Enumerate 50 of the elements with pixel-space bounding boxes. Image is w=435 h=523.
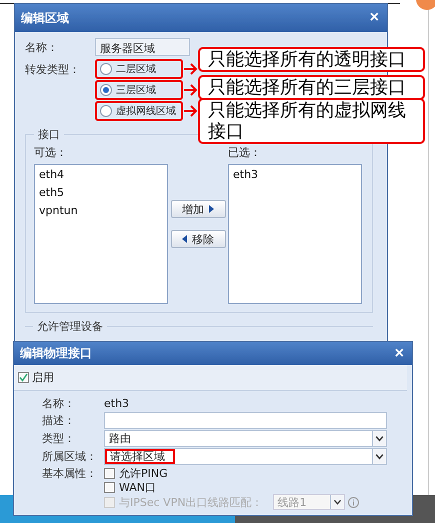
checkbox-option[interactable]: WAN口	[104, 480, 156, 494]
remove-button[interactable]: 移除	[170, 230, 226, 248]
list-item[interactable]: eth4	[39, 168, 163, 181]
radio-button[interactable]	[100, 105, 112, 117]
group-legend: 接口	[34, 127, 64, 142]
field-label: 所属区域：	[42, 449, 98, 464]
field-label: 名称：	[42, 396, 76, 410]
available-list[interactable]: eth4 eth5 vpntun	[34, 164, 168, 304]
callout-note: 只能选择所有的虚拟网线接口	[198, 98, 425, 144]
checkbox-option[interactable]: 允许PING	[104, 466, 168, 480]
field-label: 类型：	[42, 431, 76, 446]
arrow-icon	[184, 84, 198, 96]
close-button[interactable]: ×	[370, 10, 379, 26]
add-button[interactable]: 增加	[170, 200, 226, 218]
selected-list[interactable]: eth3	[228, 164, 362, 304]
callout-note: 只能选择所有的透明接口	[198, 47, 425, 72]
radio-label: 三层区域	[116, 84, 156, 97]
type-select[interactable]: 路由	[104, 430, 387, 447]
field-value: eth3	[104, 396, 130, 410]
field-label: 基本属性：	[42, 466, 98, 481]
list-item[interactable]: vpntun	[39, 204, 163, 217]
name-field[interactable]: 服务器区域	[95, 38, 190, 56]
dialog-title: 编辑区域	[21, 10, 69, 26]
group-legend: 允许管理设备	[33, 319, 107, 334]
list-item[interactable]: eth5	[39, 186, 163, 199]
list-label: 已选：	[228, 145, 262, 160]
radio-option[interactable]: 虚拟网线区域	[95, 101, 183, 121]
radio-button[interactable]	[100, 63, 112, 75]
field-label: 描述：	[42, 413, 76, 428]
close-button[interactable]: ×	[394, 346, 404, 362]
checkbox[interactable]	[18, 372, 29, 383]
callout-note: 只能选择所有的三层接口	[198, 75, 425, 100]
list-item[interactable]: eth3	[233, 168, 357, 181]
radio-label: 二层区域	[116, 62, 156, 76]
list-label: 可选：	[34, 145, 68, 160]
radio-label: 虚拟网线区域	[116, 104, 176, 118]
right-triangle-icon	[209, 205, 214, 213]
left-triangle-icon	[182, 235, 187, 243]
field-label: 名称：	[25, 40, 59, 54]
field-label: 转发类型：	[25, 62, 81, 77]
arrow-icon	[184, 105, 198, 117]
radio-option[interactable]: 三层区域	[95, 80, 183, 100]
zone-select[interactable]: 请选择区域	[104, 448, 387, 465]
dialog-title: 编辑物理接口	[20, 345, 92, 362]
info-icon	[348, 496, 359, 508]
description-field[interactable]	[104, 412, 387, 429]
arrow-icon	[184, 63, 198, 75]
checkbox-label: 启用	[32, 370, 54, 385]
radio-option[interactable]: 二层区域	[95, 59, 183, 79]
radio-button[interactable]	[100, 84, 112, 96]
